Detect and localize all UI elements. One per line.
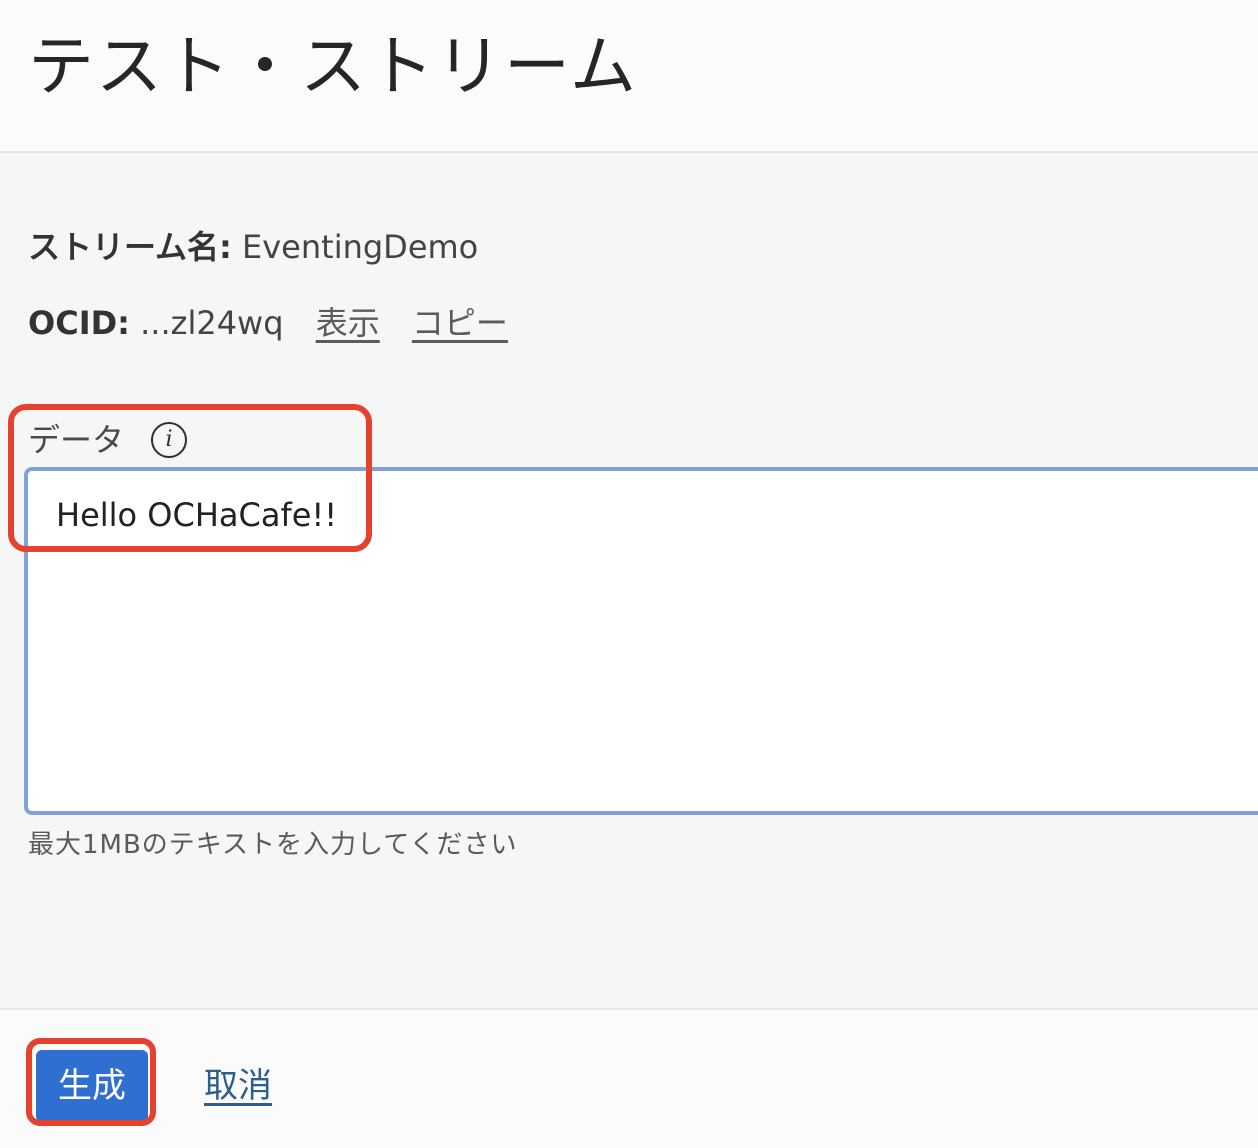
stream-name-row: ストリーム名: EventingDemo <box>28 225 478 269</box>
ocid-label: OCID: <box>28 304 130 342</box>
stream-name-label: ストリーム名: <box>28 228 232 266</box>
cancel-link[interactable]: 取消 <box>204 1062 272 1110</box>
data-field-hint: 最大1MBのテキストを入力してください <box>28 830 518 860</box>
ocid-row: OCID: ...zl24wq 表示 コピー <box>28 301 508 345</box>
ocid-value: ...zl24wq <box>140 304 284 342</box>
stream-name-value: EventingDemo <box>242 228 479 266</box>
dialog-footer: 生成 取消 <box>0 1008 1258 1148</box>
show-ocid-link[interactable]: 表示 <box>316 304 380 342</box>
copy-ocid-link[interactable]: コピー <box>412 304 508 342</box>
annotation-highlight-create-button <box>26 1038 156 1126</box>
annotation-highlight-data <box>8 404 372 552</box>
dialog-header: テスト・ストリーム <box>0 0 1258 153</box>
test-stream-dialog: テスト・ストリーム ストリーム名: EventingDemo OCID: ...… <box>0 0 1258 1148</box>
page-title: テスト・ストリーム <box>28 28 639 105</box>
dialog-body: ストリーム名: EventingDemo OCID: ...zl24wq 表示 … <box>0 153 1258 1008</box>
